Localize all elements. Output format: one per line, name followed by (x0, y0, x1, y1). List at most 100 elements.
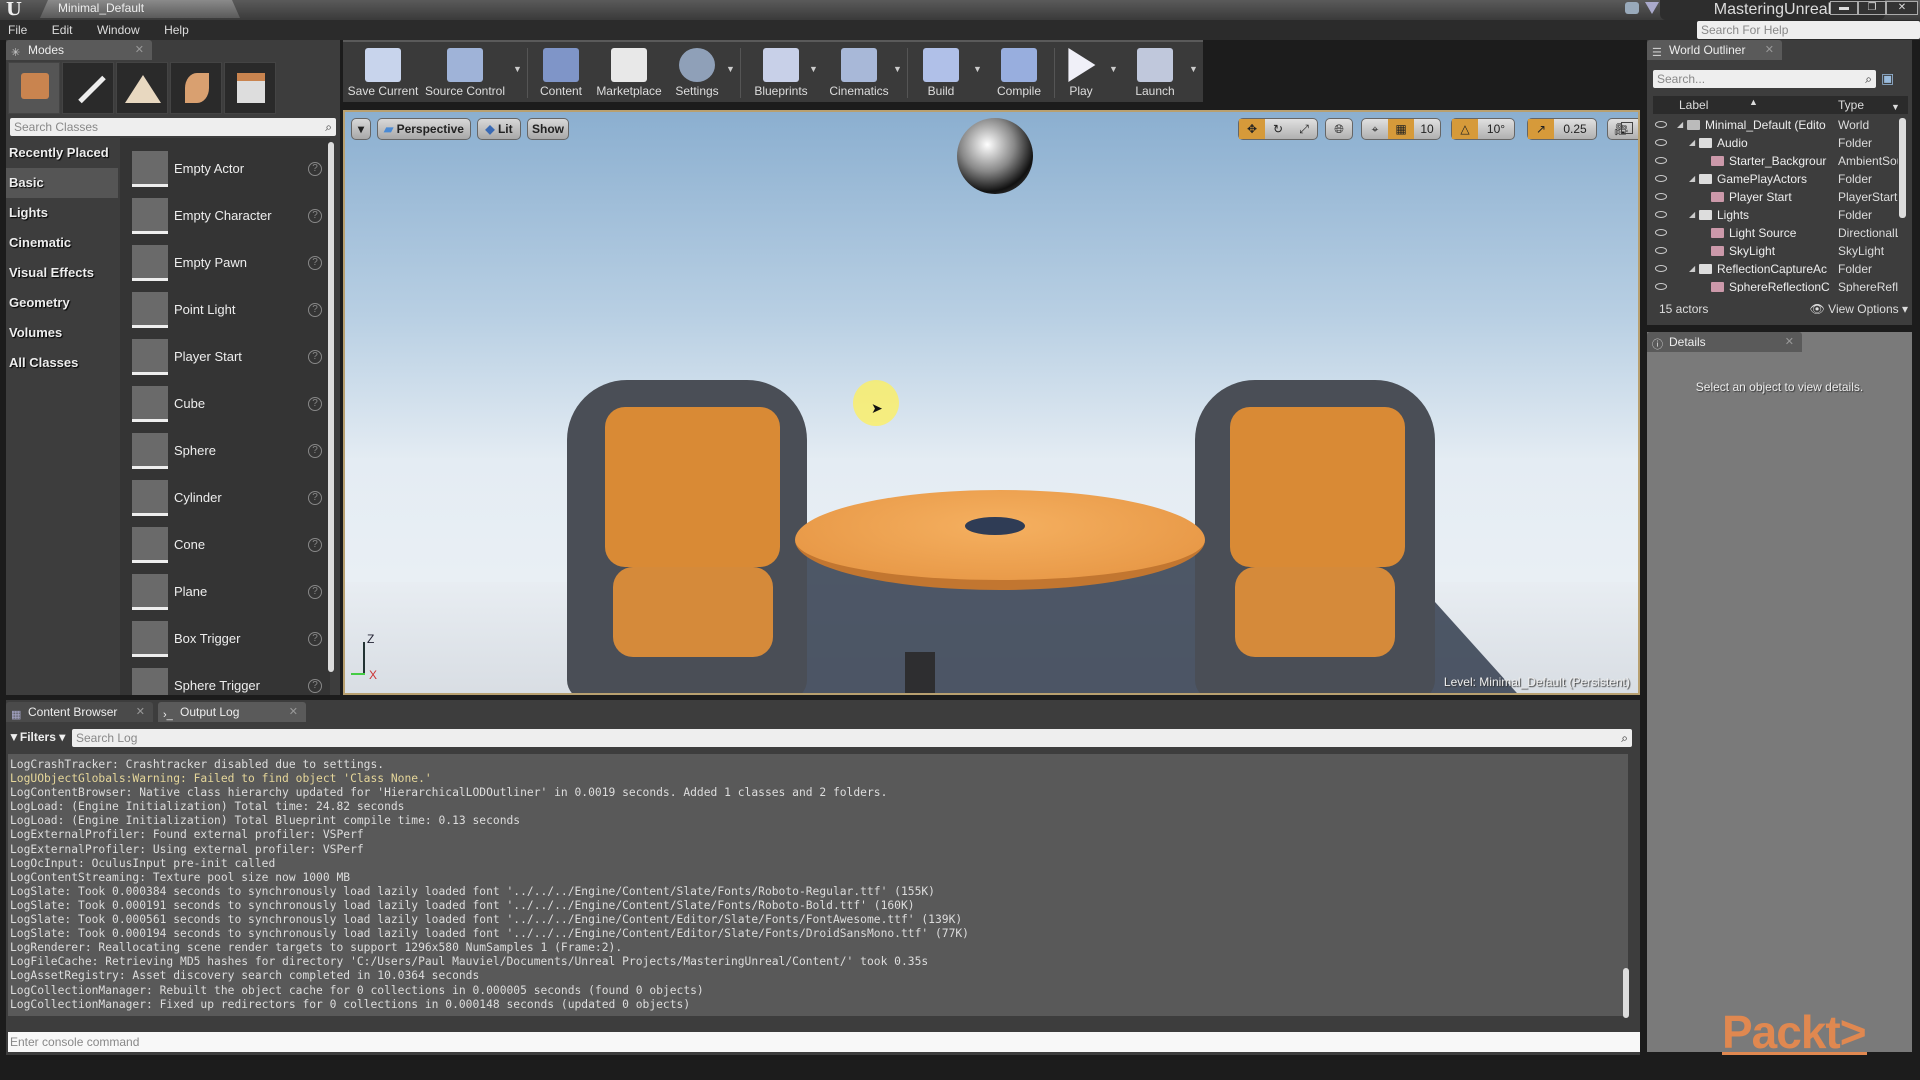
blueprints-button[interactable]: Blueprints (746, 44, 816, 102)
details-tab[interactable]: ⓘ Details ✕ (1647, 332, 1802, 352)
class-item-cube[interactable]: Cube? (120, 383, 330, 430)
place-mode-button[interactable] (8, 62, 60, 114)
close-tab-icon[interactable]: ✕ (136, 702, 145, 722)
search-log-input[interactable]: Search Log ⌕ (72, 729, 1632, 747)
lit-button[interactable]: ◆ Lit (477, 118, 521, 140)
notification-icon[interactable] (1625, 2, 1639, 14)
cinematics-button[interactable]: Cinematics (823, 44, 895, 102)
class-item-empty-character[interactable]: Empty Character? (120, 195, 330, 242)
visibility-eye-icon[interactable] (1655, 193, 1667, 200)
content-button[interactable]: Content (533, 44, 589, 102)
outliner-row[interactable]: ◢ ReflectionCaptureAc Folder (1653, 260, 1898, 278)
category-cinematic[interactable]: Cinematic (6, 228, 118, 258)
world-coordinates-icon[interactable]: 🌐︎ (1326, 119, 1352, 139)
expand-arrow-icon[interactable]: ◢ (1689, 170, 1695, 188)
outliner-row[interactable]: SphereReflectionC SphereRefle (1653, 278, 1898, 292)
grid-snap-value[interactable]: 10 (1414, 119, 1440, 139)
visibility-eye-icon[interactable] (1655, 121, 1667, 128)
filters-dropdown[interactable]: ▼Filters ▾ (8, 730, 65, 744)
close-tab-icon[interactable]: ✕ (1765, 40, 1774, 60)
category-basic[interactable]: Basic (6, 168, 118, 198)
class-item-cone[interactable]: Cone? (120, 524, 330, 571)
rotation-snap-icon[interactable]: △ (1452, 119, 1478, 139)
source-control-button[interactable]: Source Control (423, 44, 507, 102)
outliner-row[interactable]: ◢ Minimal_Default (Edito World (1653, 116, 1898, 134)
visibility-eye-icon[interactable] (1655, 247, 1667, 254)
help-icon[interactable]: ? (308, 538, 322, 552)
menu-window[interactable]: Window (97, 20, 140, 40)
outliner-row[interactable]: ◢ Lights Folder (1653, 206, 1898, 224)
visibility-eye-icon[interactable] (1655, 139, 1667, 146)
help-icon[interactable]: ? (308, 585, 322, 599)
compile-button[interactable]: Compile (987, 44, 1051, 102)
surface-snap-icon[interactable]: ⌖ (1362, 119, 1388, 139)
build-button[interactable]: Build (913, 44, 969, 102)
help-icon[interactable]: ? (308, 679, 322, 693)
class-item-cylinder[interactable]: Cylinder? (120, 477, 330, 524)
category-recently-placed[interactable]: Recently Placed (6, 138, 118, 168)
reflection-sphere-icon[interactable] (957, 118, 1033, 194)
class-item-player-start[interactable]: Player Start? (120, 336, 330, 383)
paint-mode-button[interactable] (62, 62, 114, 114)
create-folder-icon[interactable]: ▣ (1881, 70, 1901, 88)
geometry-mode-button[interactable] (224, 62, 276, 114)
visibility-eye-icon[interactable] (1655, 211, 1667, 218)
cinematics-dropdown-icon[interactable]: ▼ (893, 64, 902, 74)
help-icon[interactable]: ? (308, 256, 322, 270)
view-options-button[interactable]: 👁︎ View Options ▾ (1810, 302, 1908, 316)
help-icon[interactable]: ? (308, 209, 322, 223)
save-current-button[interactable]: Save Current (347, 44, 419, 102)
help-icon[interactable]: ? (308, 162, 322, 176)
visibility-eye-icon[interactable] (1655, 157, 1667, 164)
expand-arrow-icon[interactable]: ◢ (1689, 134, 1695, 152)
round-table-mesh[interactable] (795, 490, 1205, 590)
type-column-dropdown-icon[interactable]: ▼ (1891, 98, 1900, 116)
rotation-snap-value[interactable]: 10° (1478, 119, 1514, 139)
visibility-eye-icon[interactable] (1655, 265, 1667, 272)
search-classes-input[interactable]: Search Classes ⌕ (10, 118, 336, 136)
label-column-header[interactable]: Label (1679, 96, 1708, 114)
perspective-button[interactable]: ▰ Perspective (377, 118, 471, 140)
outliner-row[interactable]: ◢ GamePlayActors Folder (1653, 170, 1898, 188)
play-dropdown-icon[interactable]: ▼ (1109, 64, 1118, 74)
menu-edit[interactable]: Edit (52, 20, 73, 40)
scale-snap-value[interactable]: 0.25 (1554, 119, 1596, 139)
output-log-tab[interactable]: ›_ Output Log ✕ (158, 702, 306, 722)
outliner-scrollbar[interactable] (1899, 118, 1906, 218)
console-command-input[interactable]: Enter console command (8, 1032, 1640, 1052)
help-icon[interactable]: ? (308, 350, 322, 364)
category-geometry[interactable]: Geometry (6, 288, 118, 318)
maximize-viewport-icon[interactable] (1621, 122, 1633, 134)
play-button[interactable]: Play (1057, 44, 1105, 102)
menu-help[interactable]: Help (164, 20, 189, 40)
visibility-eye-icon[interactable] (1655, 175, 1667, 182)
marketplace-button[interactable]: Marketplace (593, 44, 665, 102)
category-all-classes[interactable]: All Classes (6, 348, 118, 378)
category-volumes[interactable]: Volumes (6, 318, 118, 348)
document-tab[interactable]: Minimal_Default (40, 0, 240, 18)
class-item-point-light[interactable]: Point Light? (120, 289, 330, 336)
scale-mode-icon[interactable]: ⤢ (1291, 119, 1317, 139)
source-control-dropdown-icon[interactable]: ▼ (513, 64, 522, 74)
category-lights[interactable]: Lights (6, 198, 118, 228)
help-icon[interactable]: ? (308, 491, 322, 505)
expand-arrow-icon[interactable]: ◢ (1689, 206, 1695, 224)
unreal-logo-icon[interactable]: U (6, 0, 28, 20)
class-item-empty-actor[interactable]: Empty Actor? (120, 148, 330, 195)
class-item-box-trigger[interactable]: Box Trigger? (120, 618, 330, 665)
launch-button[interactable]: Launch (1123, 44, 1187, 102)
log-scrollbar[interactable] (1623, 968, 1629, 1018)
class-item-plane[interactable]: Plane? (120, 571, 330, 618)
help-icon[interactable]: ? (308, 444, 322, 458)
launch-dropdown-icon[interactable]: ▼ (1189, 64, 1198, 74)
rotate-mode-icon[interactable]: ↻ (1265, 119, 1291, 139)
visibility-eye-icon[interactable] (1655, 229, 1667, 236)
close-tab-icon[interactable]: ✕ (1785, 332, 1794, 352)
grid-snap-icon[interactable]: ▦ (1388, 119, 1414, 139)
blueprints-dropdown-icon[interactable]: ▼ (809, 64, 818, 74)
outliner-row[interactable]: Light Source DirectionalL (1653, 224, 1898, 242)
outliner-row[interactable]: Starter_Backgrour AmbientSou (1653, 152, 1898, 170)
visibility-eye-icon[interactable] (1655, 283, 1667, 290)
close-tab-icon[interactable]: ✕ (289, 702, 298, 722)
world-outliner-tab[interactable]: ☰ World Outliner ✕ (1647, 40, 1782, 60)
